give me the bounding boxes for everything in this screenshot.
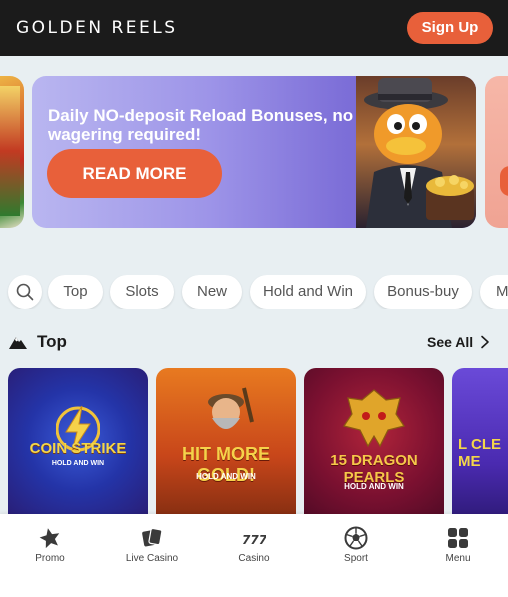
grid-icon bbox=[448, 528, 468, 548]
banner-headline: Daily NO-deposit Reload Bonuses, no wage… bbox=[48, 106, 354, 144]
chevron-right-icon[interactable] bbox=[480, 335, 490, 349]
filter-chip-more[interactable]: M bbox=[480, 275, 508, 309]
top-games-row: COIN STRIKE HOLD AND WIN HIT MORE GOLD! … bbox=[0, 368, 508, 514]
nav-label: Promo bbox=[35, 553, 65, 564]
filter-chip-slots[interactable]: Slots bbox=[110, 275, 174, 309]
filter-chip-hold-and-win[interactable]: Hold and Win bbox=[250, 275, 366, 309]
top-header: GOLDEN REELS Sign Up bbox=[0, 0, 508, 56]
next-promo-card[interactable] bbox=[485, 76, 508, 228]
nav-menu[interactable]: Menu bbox=[408, 514, 508, 597]
golden-reels-logo[interactable]: GOLDEN REELS bbox=[16, 18, 178, 38]
promo-banner[interactable]: Daily NO-deposit Reload Bonuses, no wage… bbox=[32, 76, 476, 228]
nav-sport[interactable]: Sport bbox=[306, 514, 406, 597]
soccer-ball-icon bbox=[344, 526, 368, 550]
game-tile-partial[interactable]: L CLE ME bbox=[452, 368, 508, 514]
filter-chip-new[interactable]: New bbox=[182, 275, 242, 309]
search-button[interactable] bbox=[8, 275, 42, 309]
duck-mascot-image bbox=[356, 76, 476, 228]
game-subtitle: HOLD AND WIN bbox=[51, 460, 105, 467]
nav-label: Live Casino bbox=[125, 553, 179, 564]
game-tile-coin-strike[interactable]: COIN STRIKE HOLD AND WIN bbox=[8, 368, 148, 514]
miner-character-image bbox=[208, 387, 254, 429]
filter-chip-top[interactable]: Top bbox=[48, 275, 103, 309]
game-tile-hit-more-gold[interactable]: HIT MORE GOLD! HOLD AND WIN bbox=[156, 368, 296, 514]
game-subtitle: HOLD AND WIN bbox=[344, 482, 404, 491]
top-games-section-header: Top See All bbox=[0, 328, 508, 356]
game-title: COIN STRIKE bbox=[29, 440, 127, 457]
nav-live-casino[interactable]: Live Casino bbox=[102, 514, 202, 597]
search-icon bbox=[16, 283, 34, 301]
svg-text:777: 777 bbox=[242, 533, 266, 547]
cards-icon bbox=[142, 527, 163, 547]
bottom-navigation: Promo Live Casino 777 Casino Sport Menu bbox=[0, 514, 508, 597]
filter-chip-bonus-buy[interactable]: Bonus-buy bbox=[374, 275, 472, 309]
previous-promo-card[interactable] bbox=[0, 76, 24, 228]
star-icon bbox=[39, 528, 60, 549]
nav-label: Menu bbox=[445, 553, 471, 564]
read-more-button[interactable]: READ MORE bbox=[47, 149, 222, 198]
mountain-icon bbox=[9, 337, 27, 349]
game-tile-15-dragon-pearls[interactable]: 15 DRAGON PEARLS HOLD AND WIN bbox=[304, 368, 444, 514]
game-title: L CLE ME bbox=[458, 436, 502, 470]
game-title: 15 DRAGON PEARLS bbox=[330, 452, 418, 486]
slot-777-icon: 777 bbox=[242, 533, 266, 547]
nav-label: Sport bbox=[344, 553, 368, 564]
dragon-head-image bbox=[343, 389, 405, 448]
sign-up-button[interactable]: Sign Up bbox=[407, 12, 493, 44]
nav-promo[interactable]: Promo bbox=[0, 514, 100, 597]
game-subtitle: HOLD AND WIN bbox=[196, 472, 256, 481]
section-title: Top bbox=[37, 332, 67, 351]
nav-label: Casino bbox=[238, 553, 270, 564]
category-filter-bar: Top Slots New Hold and Win Bonus-buy M bbox=[0, 275, 508, 309]
promo-carousel[interactable]: Daily NO-deposit Reload Bonuses, no wage… bbox=[0, 56, 508, 246]
see-all-link[interactable]: See All bbox=[427, 334, 473, 350]
nav-casino[interactable]: 777 Casino bbox=[204, 514, 304, 597]
